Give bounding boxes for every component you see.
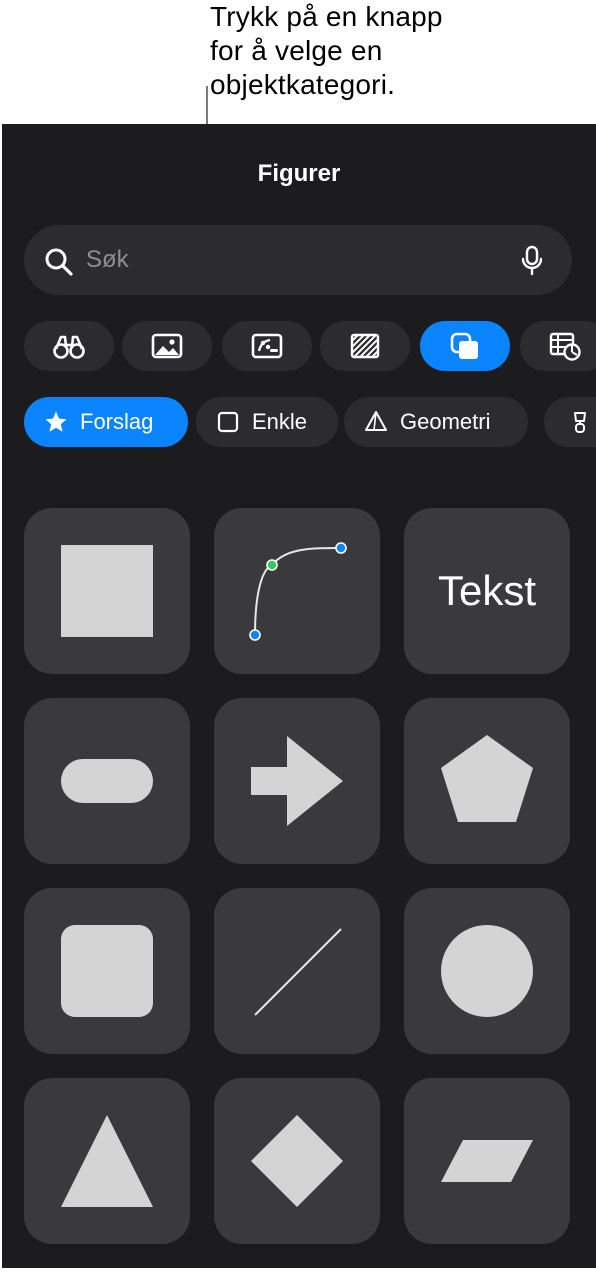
shape-pentagon[interactable]	[404, 698, 570, 864]
chip-objects[interactable]	[544, 397, 596, 447]
shape-parallelogram[interactable]	[404, 1078, 570, 1244]
category-button-photo[interactable]	[122, 321, 212, 371]
pill-shape-icon	[61, 759, 153, 803]
category-button-texture[interactable]	[320, 321, 410, 371]
category-button-basic[interactable]	[24, 321, 114, 371]
shape-circle[interactable]	[404, 888, 570, 1054]
chip-forslag[interactable]: Forslag	[24, 397, 188, 447]
square-shape-icon	[61, 545, 153, 637]
category-button-table-chart[interactable]	[520, 321, 596, 371]
shapes-panel: Figurer Søk Forslag Enkle Geometri Tekst	[2, 124, 596, 1268]
category-button-shapes[interactable]	[420, 321, 510, 371]
chip-label: Enkle	[252, 409, 308, 434]
rounded-square-shape-icon	[61, 925, 153, 1017]
category-bar	[2, 321, 596, 371]
texture-icon	[350, 333, 380, 359]
shape-rounded-square[interactable]	[24, 888, 190, 1054]
chip-enkle[interactable]: Enkle	[196, 397, 338, 447]
callout-line: for å velge en	[210, 35, 383, 66]
chip-geometri[interactable]: Geometri	[344, 397, 528, 447]
search-input[interactable]	[86, 243, 466, 277]
arrow-shape-icon	[251, 736, 343, 826]
shape-arrow[interactable]	[214, 698, 380, 864]
sticker-icon	[251, 333, 283, 359]
category-button-sticker[interactable]	[222, 321, 312, 371]
triangle-shape-icon	[61, 1115, 153, 1207]
chip-label: Forslag	[80, 409, 154, 434]
square-outline-icon	[217, 411, 239, 433]
table-chart-icon	[549, 332, 581, 361]
shape-pill[interactable]	[24, 698, 190, 864]
shape-triangle[interactable]	[24, 1078, 190, 1244]
chip-label: Geometri	[400, 409, 491, 434]
shape-curve[interactable]	[214, 508, 380, 674]
search-icon	[45, 248, 73, 276]
callout-line: objektkategori.	[210, 69, 396, 100]
line-shape-icon	[254, 928, 342, 1016]
shape-text[interactable]: Tekst	[404, 508, 570, 674]
callout-text: Trykk på en knapp for å velge en objektk…	[210, 0, 510, 102]
shape-square[interactable]	[24, 508, 190, 674]
callout-line: Trykk på en knapp	[210, 1, 443, 32]
shapes-icon	[450, 332, 478, 359]
star-icon	[45, 411, 67, 432]
binoculars-icon	[53, 335, 85, 359]
circle-shape-icon	[441, 925, 533, 1017]
curve-shape-icon	[249, 542, 347, 641]
search-bar[interactable]	[24, 225, 572, 295]
microphone-icon[interactable]	[520, 245, 544, 277]
lamp-icon	[574, 412, 586, 433]
subcategory-bar: Forslag Enkle Geometri	[2, 397, 596, 447]
pentagon-shape-icon	[441, 735, 533, 822]
pyramid-icon	[365, 411, 387, 431]
shape-line[interactable]	[214, 888, 380, 1054]
panel-title: Figurer	[257, 160, 341, 187]
photo-icon	[151, 333, 183, 359]
parallelogram-shape-icon	[441, 1140, 533, 1182]
text-shape-label: Tekst	[437, 567, 537, 614]
diamond-shape-icon	[251, 1115, 343, 1207]
shape-diamond[interactable]	[214, 1078, 380, 1244]
